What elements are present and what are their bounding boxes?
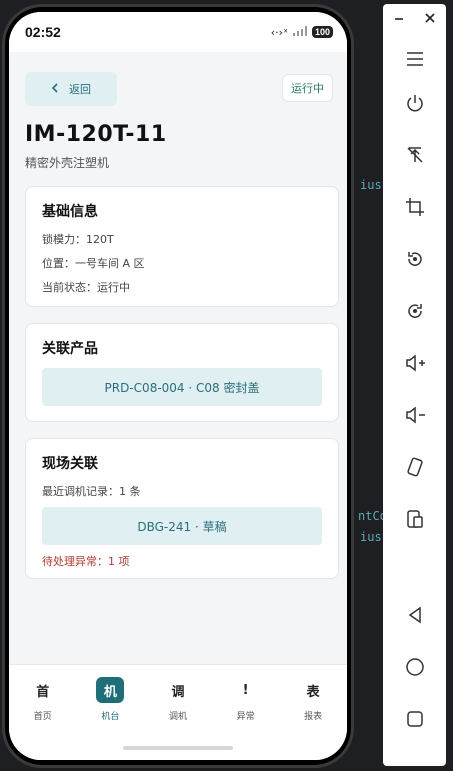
pin-off-icon[interactable]	[383, 140, 446, 170]
basic-info-card: 基础信息 锁模力：120T 位置：一号车间 A 区 当前状态：运行中	[25, 186, 339, 307]
related-product-card: 关联产品 PRD-C08-004 · C08 密封盖	[25, 323, 339, 422]
debug-tab-icon: 调	[171, 684, 185, 700]
chevron-left-icon	[51, 82, 59, 96]
field-relation-card: 现场关联 最近调机记录：1 条 DBG-241 · 草稿 待处理异常：1 项	[25, 438, 339, 579]
power-icon[interactable]	[383, 88, 446, 118]
system-icons: ‹·›ˣ	[270, 25, 288, 39]
screen-icon[interactable]	[383, 504, 446, 534]
ide-code-fragment: ius	[360, 530, 382, 544]
phone-frame: 02:52 ‹·›ˣ 100 返回 运行中 IM-120T-11 精密外壳注塑机	[2, 4, 354, 768]
emulator-toolbar	[383, 4, 446, 766]
machine-tab-icon: 机	[96, 677, 125, 703]
recent-debug-count: 最近调机记录：1 条	[42, 485, 141, 498]
page-subtitle: 精密外壳注塑机	[25, 156, 110, 170]
bottom-tab-bar: 首 首页 机 机台 调 调机 ! 异常 表 报表	[9, 664, 347, 760]
card-heading: 基础信息	[42, 204, 98, 220]
status-badge: 运行中	[282, 74, 333, 102]
status-time: 02:52	[25, 24, 61, 40]
battery-icon: 100	[311, 26, 333, 38]
signal-icon	[292, 25, 307, 39]
tab-reports[interactable]: 表 报表	[285, 677, 341, 760]
crop-icon[interactable]	[383, 192, 446, 222]
back-button[interactable]: 返回	[25, 72, 117, 106]
volume-down-icon[interactable]	[383, 400, 446, 430]
tab-home[interactable]: 首 首页	[15, 677, 71, 760]
debug-record-link[interactable]: DBG-241 · 草稿	[42, 507, 322, 545]
phone-bezel: 02:52 ‹·›ˣ 100 返回 运行中 IM-120T-11 精密外壳注塑机	[5, 7, 351, 765]
tab-label: 调机	[168, 712, 187, 722]
card-heading: 现场关联	[42, 456, 98, 472]
overview-icon[interactable]	[383, 704, 446, 734]
exception-tab-icon: !	[242, 682, 249, 698]
status-icons: ‹·›ˣ 100	[270, 25, 333, 39]
page-title: IM-120T-11	[25, 122, 167, 147]
minimize-icon[interactable]	[392, 10, 406, 29]
back-label: 返回	[69, 83, 91, 96]
volume-up-icon[interactable]	[383, 348, 446, 378]
window-controls	[383, 10, 446, 29]
home-icon[interactable]	[383, 652, 446, 682]
menu-icon[interactable]	[383, 44, 446, 74]
tab-label: 报表	[304, 712, 323, 722]
status-bar: 02:52 ‹·›ˣ 100	[9, 12, 347, 52]
rotate-left-icon[interactable]	[383, 244, 446, 274]
tab-label: 机台	[101, 712, 120, 722]
info-row-clamp-force: 锁模力：120T	[42, 233, 114, 246]
app-screen: 02:52 ‹·›ˣ 100 返回 运行中 IM-120T-11 精密外壳注塑机	[9, 12, 347, 760]
home-tab-icon: 首	[36, 684, 50, 700]
info-row-location: 位置：一号车间 A 区	[42, 257, 145, 270]
rotate-right-icon[interactable]	[383, 296, 446, 326]
home-indicator[interactable]	[123, 746, 233, 750]
card-heading: 关联产品	[42, 341, 98, 357]
info-row-current-status: 当前状态：运行中	[42, 281, 130, 294]
back-icon[interactable]	[383, 600, 446, 630]
pending-exception-link[interactable]: 待处理异常：1 项	[42, 553, 322, 569]
tab-label: 异常	[236, 712, 255, 722]
tab-label: 首页	[33, 712, 52, 722]
product-link[interactable]: PRD-C08-004 · C08 密封盖	[42, 368, 322, 406]
report-tab-icon: 表	[306, 684, 320, 700]
close-icon[interactable]	[423, 10, 437, 29]
ide-code-fragment: ius	[360, 178, 382, 192]
shake-icon[interactable]	[383, 452, 446, 482]
